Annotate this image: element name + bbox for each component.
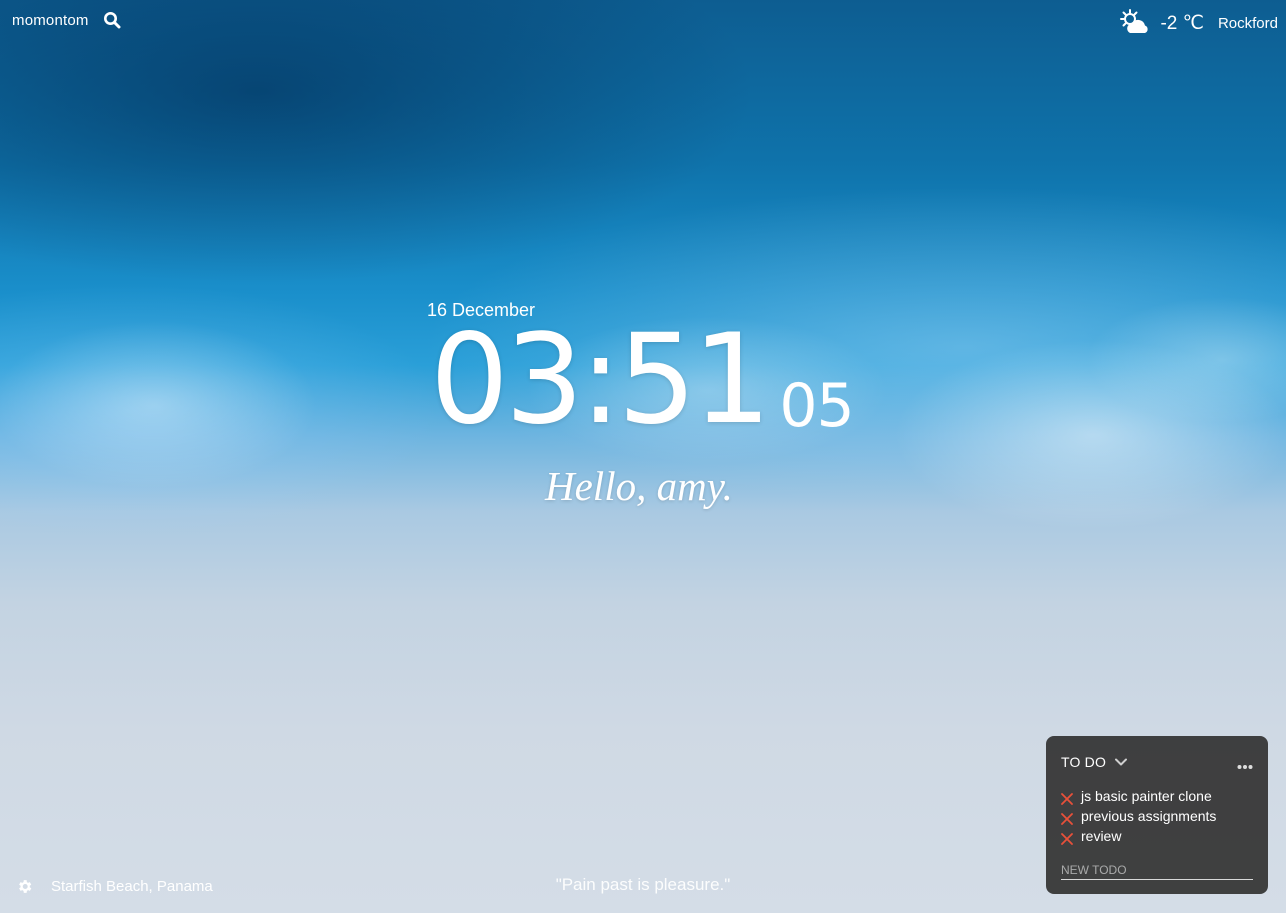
top-left-bar: momontom (12, 11, 121, 29)
todo-item-label: review (1081, 828, 1122, 844)
greeting: Hello, amy. (545, 463, 733, 509)
delete-icon[interactable] (1061, 790, 1073, 805)
todo-item: previous assignments (1061, 806, 1253, 826)
new-todo-input[interactable] (1061, 861, 1253, 880)
delete-icon[interactable] (1061, 830, 1073, 845)
weather-widget[interactable]: -2 ℃ Rockford (1118, 8, 1278, 38)
todo-header: TO DO (1061, 754, 1253, 770)
todo-title-dropdown[interactable]: TO DO (1061, 754, 1128, 770)
todo-title: TO DO (1061, 754, 1107, 770)
chevron-down-icon (1114, 755, 1128, 769)
partly-cloudy-sun-icon (1118, 8, 1152, 38)
search-icon[interactable] (103, 11, 121, 29)
temperature: -2 ℃ (1160, 12, 1204, 34)
clock-seconds: 05 (779, 371, 854, 441)
todo-panel: TO DO js basic painter clone previous as… (1046, 736, 1268, 894)
todo-list: js basic painter clone previous assignme… (1061, 786, 1253, 846)
todo-item-label: previous assignments (1081, 808, 1217, 824)
clock-time: 03:51 (430, 308, 771, 452)
todo-item: review (1061, 826, 1253, 846)
todo-item: js basic painter clone (1061, 786, 1253, 806)
todo-item-label: js basic painter clone (1081, 788, 1212, 804)
clock: 03:51 05 (430, 308, 855, 452)
city-name: Rockford (1217, 14, 1278, 32)
delete-icon[interactable] (1061, 810, 1073, 825)
more-options-icon[interactable] (1237, 757, 1253, 769)
brand-name: momontom (12, 11, 89, 29)
